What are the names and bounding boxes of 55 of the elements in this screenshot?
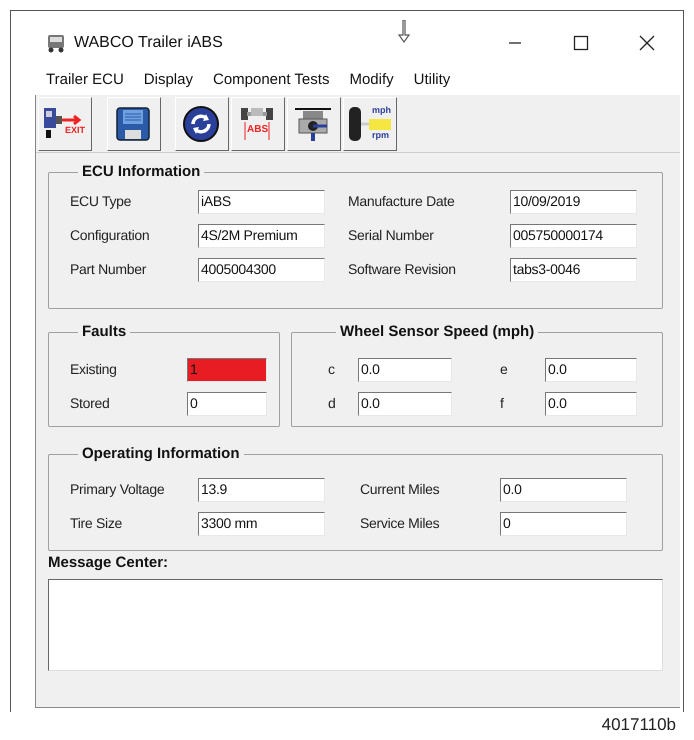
value-field: 10/09/2019 (510, 190, 637, 214)
field-label: Current Miles (360, 480, 440, 499)
value-field: 0.0 (358, 358, 452, 382)
field-label: ECU Type (70, 192, 132, 211)
field-label: f (500, 394, 505, 413)
menu-item[interactable]: Modify (349, 68, 394, 92)
value-field: 1 (187, 358, 267, 382)
field-label: Manufacture Date (348, 192, 456, 211)
value-field: 0 (500, 512, 627, 536)
value-field: 0.0 (358, 392, 452, 416)
value-field: 0.0 (500, 478, 627, 502)
group-title: Operating Information (81, 444, 240, 464)
valve-button[interactable] (287, 97, 341, 151)
exit-button[interactable]: EXIT (38, 97, 92, 151)
field-label: e (500, 360, 508, 379)
field-label: Serial Number (348, 226, 435, 245)
speed-button[interactable]: mph rpm (343, 97, 397, 151)
menu-item[interactable]: Trailer ECU (46, 68, 124, 92)
maximize-icon (573, 34, 589, 50)
field-label: Configuration (70, 226, 150, 245)
refresh-button[interactable] (175, 97, 229, 151)
value-field: 13.9 (198, 478, 325, 502)
field-label: Part Number (70, 260, 148, 279)
field-label: Service Miles (360, 514, 440, 533)
group-title: Faults (81, 322, 128, 342)
tire-speed-icon (347, 104, 393, 144)
window-title: WABCO Trailer iABS (74, 32, 223, 52)
value-field: 4S/2M Premium (198, 224, 325, 248)
field-label: Existing (70, 360, 118, 379)
field-label: Tire Size (70, 514, 124, 533)
menu-item[interactable]: Utility (414, 68, 450, 92)
field-label: d (328, 394, 336, 413)
value-field: 005750000174 (510, 224, 637, 248)
minimize-icon (508, 42, 522, 44)
truck-icon (46, 32, 66, 52)
figure-number: 4017110b (602, 714, 676, 736)
message-center-label: Message Center: (48, 553, 170, 573)
value-field: 0.0 (545, 392, 637, 416)
field-label: Primary Voltage (70, 480, 166, 499)
save-button[interactable] (107, 97, 161, 151)
menu-item[interactable]: Component Tests (212, 68, 330, 92)
value-field: 3300 mm (198, 512, 325, 536)
value-field: iABS (198, 190, 325, 214)
close-icon (639, 34, 655, 50)
abs-button[interactable]: ABS (231, 97, 285, 151)
group-title: Wheel Sensor Speed (mph) (339, 322, 536, 342)
value-field: 0.0 (545, 358, 637, 382)
value-field: 0 (187, 392, 267, 416)
group-title: ECU Information (81, 162, 202, 182)
field-label: Stored (70, 394, 110, 413)
value-field: tabs3-0046 (510, 258, 637, 282)
menu-item[interactable]: Display (144, 68, 193, 92)
value-field: 4005004300 (198, 258, 325, 282)
field-label: c (328, 360, 336, 379)
field-label: Software Revision (348, 260, 457, 279)
